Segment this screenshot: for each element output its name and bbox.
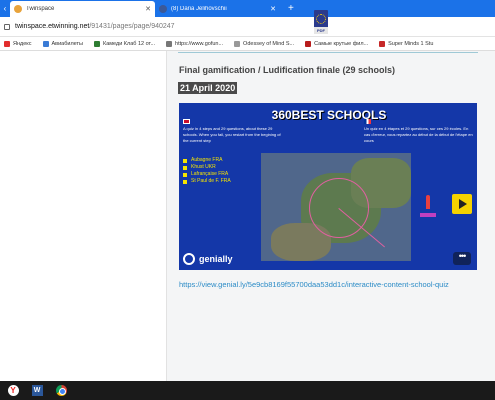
school-item: Lafrançaise FRA	[183, 171, 231, 178]
bookmark-odessey[interactable]: Odessey of Mind S...	[234, 40, 295, 47]
book-icon	[379, 40, 386, 47]
bookmark-aviabilety[interactable]: Авиабилеты	[42, 40, 84, 47]
word-icon: W	[31, 385, 43, 396]
bookmark-label: https://www.gofun...	[175, 40, 224, 47]
play-button[interactable]	[452, 194, 472, 214]
bookmark-super-minds[interactable]: Super Minds 1 Stu	[379, 40, 434, 47]
tab-twinspace[interactable]: Twinspace ✕	[10, 1, 155, 17]
url-host: twinspace.etwinning.net	[15, 23, 90, 30]
europe-map	[261, 153, 411, 261]
school-item: Khust UKR	[183, 164, 231, 171]
bullet-square-icon	[183, 158, 187, 163]
yandex-icon	[4, 40, 10, 47]
school-item: Aubagne FRA	[183, 157, 231, 164]
eu-stars-icon	[316, 14, 326, 24]
left-pane	[0, 51, 167, 381]
tab-close-icon[interactable]: ✕	[270, 5, 276, 13]
school-label: Lafrançaise FRA	[191, 171, 229, 177]
bullet-square-icon	[183, 179, 187, 184]
video-icon	[94, 40, 101, 47]
school-list: Aubagne FRA Khust UKR Lafrançaise FRA St…	[183, 157, 231, 185]
bookmark-yandex[interactable]: Яндекс	[4, 40, 32, 47]
embed-text-french: Un quiz en 4 étapes et 29 questions, sur…	[364, 126, 473, 143]
tab-strip: ‹ Twinspace ✕ (8) Daria Jelihovschii ✕ +	[0, 0, 495, 17]
address-bar[interactable]: twinspace.etwinning.net/91431/pages/page…	[0, 17, 495, 37]
school-label: St Paul de F. FRA	[191, 178, 231, 184]
bookmark-label: Яндекс	[13, 40, 32, 47]
lock-icon[interactable]	[4, 23, 10, 30]
genially-logo[interactable]: genially	[183, 253, 233, 265]
tab-title: Twinspace	[26, 6, 55, 12]
bookmark-gofun[interactable]: https://www.gofun...	[166, 40, 224, 47]
genially-embed[interactable]: 360BEST SCHOOLS A quiz in 4 steps and 29…	[179, 103, 477, 270]
bullet-square-icon	[183, 172, 187, 177]
divider	[178, 52, 478, 53]
genially-logo-icon	[183, 253, 195, 265]
school-label: Khust UKR	[191, 164, 216, 170]
globe-icon	[166, 40, 173, 47]
url-path: /91431/pages/page/940247	[89, 23, 175, 30]
page-heading: Final gamification / Ludification finale…	[179, 65, 396, 75]
taskbar-word[interactable]: W	[26, 381, 48, 400]
tab-scroll-left-icon[interactable]: ‹	[0, 1, 10, 17]
pdf-file-icon[interactable]: PDF	[314, 10, 328, 34]
new-tab-button[interactable]: +	[288, 1, 294, 17]
bullet-square-icon	[183, 165, 187, 170]
school-label: Aubagne FRA	[191, 157, 223, 163]
film-icon	[305, 40, 312, 47]
taskbar-yandex[interactable]: Y	[2, 381, 24, 400]
pdf-label: PDF	[314, 27, 328, 34]
tab-facebook[interactable]: (8) Daria Jelihovschii ✕	[155, 1, 280, 17]
genially-brand: genially	[199, 254, 233, 264]
more-options-button[interactable]: •••	[453, 252, 471, 265]
date-label: 21 April 2020	[178, 82, 238, 94]
twinspace-favicon-icon	[14, 5, 22, 13]
bookmark-label: Камеди Клаб 12 от...	[103, 40, 156, 47]
uk-flag-icon	[183, 119, 190, 124]
bookmark-label: Самые крутые фил...	[314, 40, 369, 47]
quiz-link[interactable]: https://view.genial.ly/5e9cb8169f55700da…	[179, 280, 479, 290]
url-text[interactable]: twinspace.etwinning.net/91431/pages/page…	[15, 23, 175, 30]
plane-icon	[42, 40, 49, 47]
screen: ‹ Twinspace ✕ (8) Daria Jelihovschii ✕ +…	[0, 0, 495, 400]
bookmarks-bar: Яндекс Авиабилеты Камеди Клаб 12 от... h…	[0, 37, 495, 51]
bookmark-films[interactable]: Самые крутые фил...	[305, 40, 369, 47]
bookmark-label: Odessey of Mind S...	[243, 40, 295, 47]
tab-title: (8) Daria Jelihovschii	[171, 6, 227, 12]
rocket-badge	[420, 213, 436, 217]
yandex-browser-icon: Y	[7, 385, 19, 396]
france-flag-icon	[364, 119, 371, 124]
rocket-icon	[426, 195, 430, 209]
taskbar-chrome[interactable]	[50, 381, 72, 400]
school-item: St Paul de F. FRA	[183, 178, 231, 185]
chrome-icon	[55, 385, 67, 396]
bookmark-label: Super Minds 1 Stu	[388, 40, 434, 47]
page-icon	[234, 40, 241, 47]
facebook-favicon-icon	[159, 5, 167, 13]
embed-title: 360BEST SCHOOLS	[271, 108, 387, 122]
taskbar: Y W	[0, 381, 495, 400]
tab-close-icon[interactable]: ✕	[145, 5, 151, 13]
embed-text-english: A quiz in 4 steps and 29 questions, abou…	[183, 126, 281, 143]
bookmark-comedy-club[interactable]: Камеди Клаб 12 от...	[94, 40, 156, 47]
bookmark-label: Авиабилеты	[51, 40, 84, 47]
